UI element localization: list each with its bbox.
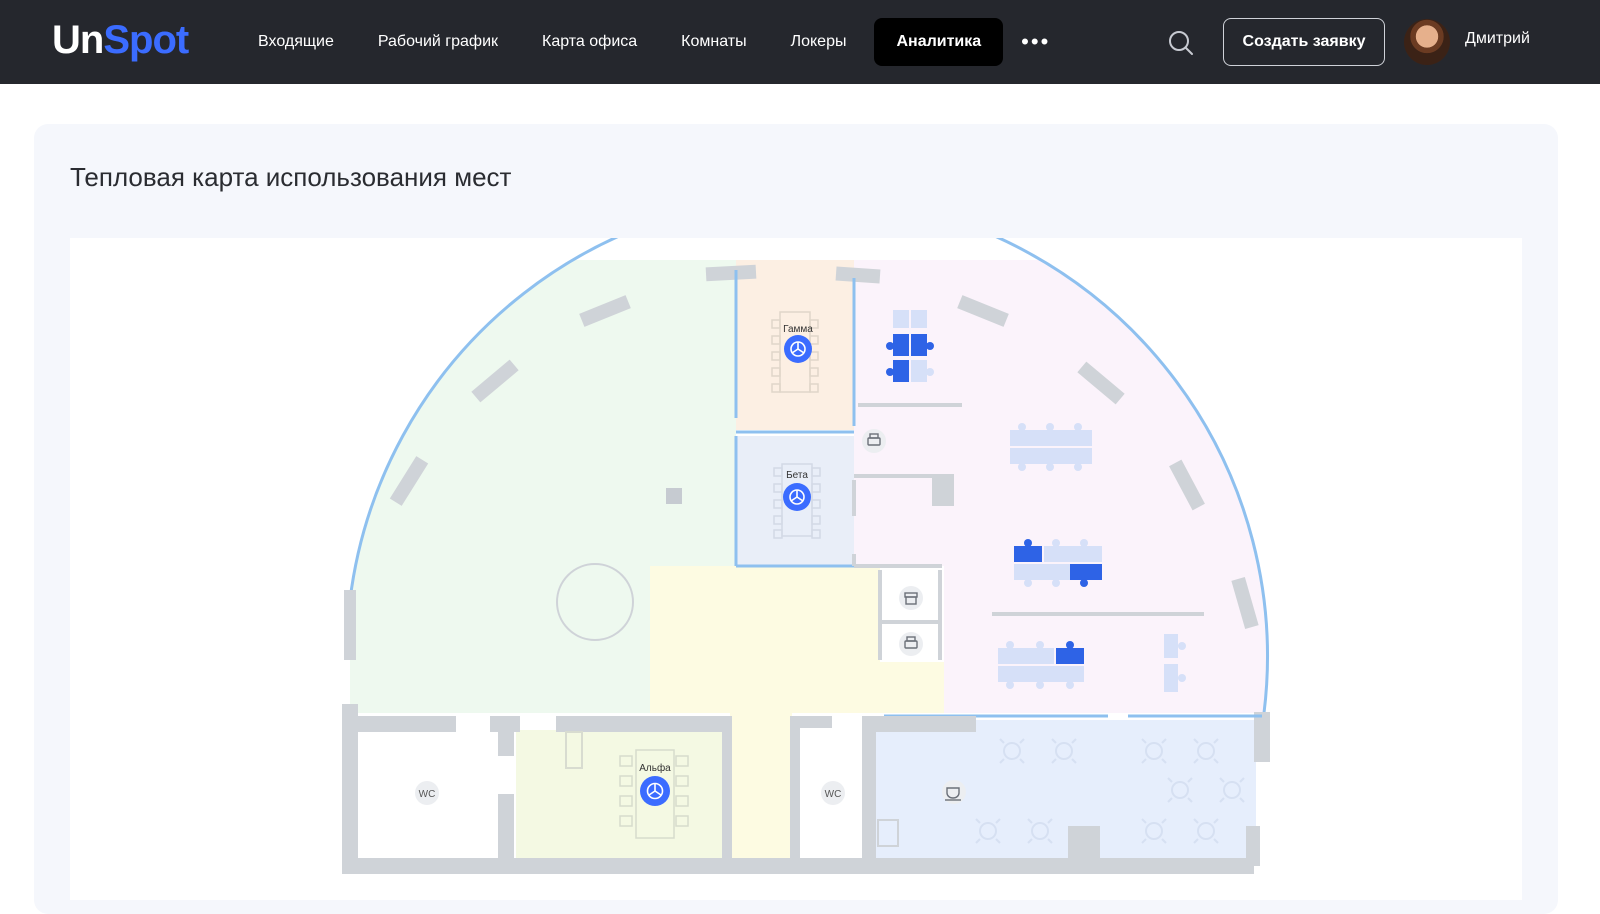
unspot-logo[interactable]: UnSpot bbox=[52, 18, 189, 63]
room-label-gamma: Гамма bbox=[783, 324, 813, 335]
alpha-room-zone bbox=[516, 730, 722, 858]
svg-text:WC: WC bbox=[419, 789, 436, 800]
wc-left-badge: WC bbox=[415, 781, 439, 805]
user-avatar[interactable] bbox=[1404, 19, 1450, 65]
room-label-beta: Бета bbox=[786, 470, 808, 481]
room-label-alpha: Альфа bbox=[639, 762, 671, 774]
nav-lockers[interactable]: Локеры bbox=[769, 18, 869, 66]
nav-office-map[interactable]: Карта офиса bbox=[520, 18, 659, 66]
create-request-button[interactable]: Создать заявку bbox=[1223, 18, 1385, 66]
wc-right-badge: WC bbox=[821, 781, 845, 805]
kitchen-zone bbox=[876, 720, 1256, 858]
nav-rooms[interactable]: Комнаты bbox=[659, 18, 768, 66]
column-block bbox=[932, 474, 954, 506]
archive-icon[interactable] bbox=[899, 586, 923, 610]
nav-inbox[interactable]: Входящие bbox=[236, 18, 356, 66]
page-title: Тепловая карта использования мест bbox=[70, 162, 512, 192]
printer-icon[interactable] bbox=[862, 429, 886, 453]
printer-icon[interactable] bbox=[899, 632, 923, 656]
office-floor-plan: Гамма Бета Альфа WC WC bbox=[342, 194, 1270, 874]
main-nav: Входящие Рабочий график Карта офиса Комн… bbox=[236, 18, 1050, 66]
coffee-icon[interactable] bbox=[942, 780, 966, 804]
search-icon[interactable] bbox=[1168, 30, 1194, 56]
user-name[interactable]: Дмитрий bbox=[1465, 30, 1530, 48]
column-square bbox=[666, 488, 682, 504]
svg-text:WC: WC bbox=[825, 789, 842, 800]
nav-analytics[interactable]: Аналитика bbox=[874, 18, 1004, 66]
nav-work-schedule[interactable]: Рабочий график bbox=[356, 18, 520, 66]
corridor-zone bbox=[730, 713, 792, 873]
more-menu-icon[interactable]: ••• bbox=[1003, 18, 1050, 66]
top-navigation-bar: UnSpot Входящие Рабочий график Карта офи… bbox=[0, 0, 1600, 84]
heatmap-panel: Гамма Бета Альфа WC WC bbox=[70, 194, 1522, 900]
